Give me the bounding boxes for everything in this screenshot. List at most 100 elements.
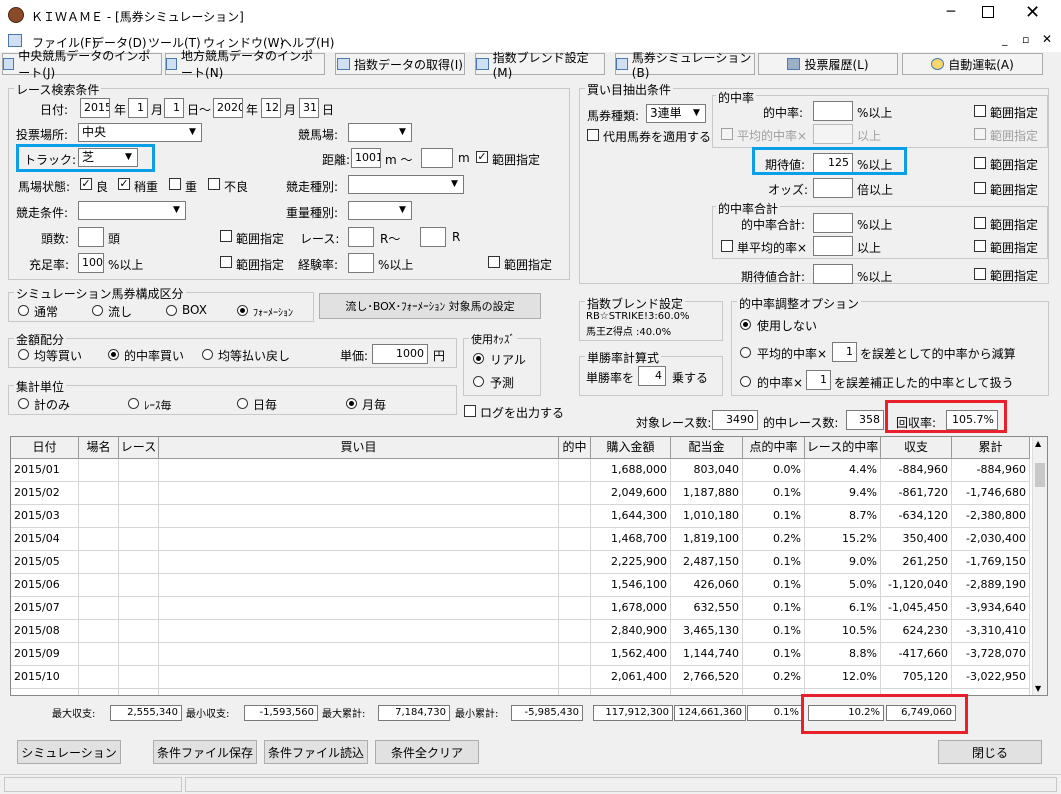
column-header[interactable]: 購入金額 xyxy=(591,437,671,458)
target-horse-settings-button[interactable]: 流し･BOX･ﾌｫｰﾒｰｼｮﾝ 対象馬の設定 xyxy=(319,293,541,319)
hitrate-range-checkbox[interactable] xyxy=(974,105,986,117)
blend-settings-button[interactable]: 指数ブレンド設定(M) xyxy=(475,51,605,80)
course-select[interactable]: ▼ xyxy=(348,123,412,142)
start-month-input[interactable]: 1 xyxy=(128,98,148,118)
odds-real-radio[interactable] xyxy=(473,353,484,364)
minimize-icon[interactable]: ─ xyxy=(936,4,966,24)
heads-input[interactable] xyxy=(78,227,104,247)
adjust-correct-input[interactable]: 1 xyxy=(806,370,831,390)
child-minimize-icon[interactable]: _ xyxy=(1002,33,1008,46)
output-log-checkbox[interactable] xyxy=(464,405,476,417)
end-month-input[interactable]: 12 xyxy=(261,98,281,118)
distance-range-checkbox[interactable]: ✓ xyxy=(476,151,488,163)
weight-type-select[interactable]: ▼ xyxy=(348,201,412,220)
sim-normal-radio[interactable] xyxy=(18,305,29,316)
distance-to-input[interactable] xyxy=(421,148,453,168)
table-row[interactable]: 2015/07 1,678,000 632,550 0.1% 6.1% -1,045,45… xyxy=(11,597,1030,620)
column-header[interactable]: 収支 xyxy=(881,437,952,458)
clear-conditions-button[interactable]: 条件全クリア xyxy=(375,740,479,764)
win-rate-exponent-input[interactable]: 4 xyxy=(638,366,666,386)
race-to-input[interactable] xyxy=(420,227,446,247)
race-type-select[interactable]: ▼ xyxy=(348,175,464,194)
scroll-thumb[interactable] xyxy=(1035,463,1045,487)
amount-even-radio[interactable] xyxy=(18,349,29,360)
table-row[interactable]: 2015/06 1,546,100 426,060 0.1% 5.0% -1,120,04… xyxy=(11,574,1030,597)
start-day-input[interactable]: 1 xyxy=(164,98,184,118)
scroll-up-icon[interactable]: ▲ xyxy=(1035,439,1041,448)
odds-predict-radio[interactable] xyxy=(473,376,484,387)
scroll-down-icon[interactable]: ▼ xyxy=(1035,684,1041,693)
adjust-avg-radio[interactable] xyxy=(740,347,751,358)
table-row[interactable]: 2015/01 1,688,000 803,040 0.0% 4.4% -884,960-… xyxy=(11,459,1030,482)
ev-range-checkbox[interactable] xyxy=(974,157,986,169)
agg-month-radio[interactable] xyxy=(346,398,357,409)
column-header[interactable]: レース xyxy=(119,437,159,458)
amount-payout-radio[interactable] xyxy=(202,349,213,360)
simulation-button[interactable]: 馬券シミュレーション(B) xyxy=(615,51,755,80)
race-from-input[interactable] xyxy=(348,227,374,247)
table-row[interactable]: 2015/09 1,562,400 1,144,740 0.1% 8.8% -417,66… xyxy=(11,643,1030,666)
venue-select[interactable]: 中央 ▼ xyxy=(78,123,202,142)
agg-day-radio[interactable] xyxy=(237,398,248,409)
fill-input[interactable]: 100 xyxy=(78,253,104,273)
column-header[interactable]: 的中 xyxy=(559,437,591,458)
hitrate-sum-input[interactable] xyxy=(813,213,853,233)
auto-run-button[interactable]: 自動運転(A) xyxy=(902,53,1043,75)
heads-range-checkbox[interactable] xyxy=(220,230,232,242)
race-condition-select[interactable]: ▼ xyxy=(78,201,186,220)
cond-bad-checkbox[interactable] xyxy=(208,178,220,190)
odds-range-checkbox[interactable] xyxy=(974,182,986,194)
adjust-avg-input[interactable]: 1 xyxy=(832,342,857,362)
hitrate-sum-range-checkbox[interactable] xyxy=(974,217,986,229)
adjust-correct-radio[interactable] xyxy=(740,376,751,387)
close-window-icon[interactable]: ✕ xyxy=(1025,2,1040,23)
cond-slight-checkbox[interactable]: ✓ xyxy=(118,178,130,190)
child-close-icon[interactable]: ✕ xyxy=(1042,32,1052,46)
ticket-type-select[interactable]: 3連単 ▼ xyxy=(646,104,706,123)
table-row[interactable]: 2015/05 2,225,900 2,487,150 0.1% 9.0% 261,250… xyxy=(11,551,1030,574)
single-avg-checkbox[interactable] xyxy=(721,240,733,252)
vote-history-button[interactable]: 投票履歴(L) xyxy=(758,53,898,75)
child-restore-icon[interactable]: ▫ xyxy=(1022,33,1029,46)
amount-hitrate-radio[interactable] xyxy=(108,349,119,360)
cond-heavy-checkbox[interactable] xyxy=(169,178,181,190)
adjust-none-radio[interactable] xyxy=(740,319,751,330)
get-index-button[interactable]: 指数データの取得(I) xyxy=(335,53,465,75)
maximize-icon[interactable] xyxy=(982,6,994,18)
column-header[interactable]: 日付 xyxy=(11,437,79,458)
close-button[interactable]: 閉じる xyxy=(938,740,1042,764)
load-conditions-button[interactable]: 条件ファイル読込 xyxy=(264,740,368,764)
table-row[interactable]: 2015/02 2,049,600 1,187,880 0.1% 9.4% -861,72… xyxy=(11,482,1030,505)
avg-hitrate-input[interactable] xyxy=(813,124,853,144)
table-row[interactable]: 2015/10 2,061,400 2,766,520 0.2% 12.0% 705,12… xyxy=(11,666,1030,689)
sim-flow-radio[interactable] xyxy=(92,305,103,316)
single-avg-input[interactable] xyxy=(813,236,853,256)
run-simulation-button[interactable]: シミュレーション xyxy=(17,740,121,764)
fill-range-checkbox[interactable] xyxy=(220,256,232,268)
column-header[interactable]: 買い目 xyxy=(159,437,559,458)
avg-hitrate-range-checkbox[interactable] xyxy=(974,128,986,140)
end-day-input[interactable]: 31 xyxy=(299,98,319,118)
cond-good-checkbox[interactable]: ✓ xyxy=(80,178,92,190)
experience-range-checkbox[interactable] xyxy=(488,256,500,268)
column-header[interactable]: 点的中率 xyxy=(743,437,805,458)
sim-box-radio[interactable] xyxy=(166,305,177,316)
sim-formation-radio[interactable] xyxy=(237,305,248,316)
ev-sum-input[interactable] xyxy=(813,264,853,284)
table-row[interactable]: 2015/04 1,468,700 1,819,100 0.2% 15.2% 350,40… xyxy=(11,528,1030,551)
experience-input[interactable] xyxy=(348,253,374,273)
column-header[interactable]: レース的中率 xyxy=(805,437,881,458)
start-year-input[interactable]: 2015 xyxy=(80,98,110,118)
grid-scrollbar[interactable]: ▲ ▼ xyxy=(1032,437,1047,695)
agg-race-radio[interactable] xyxy=(128,398,139,409)
end-year-input[interactable]: 2020 xyxy=(213,98,243,118)
unit-price-input[interactable]: 1000 xyxy=(372,344,428,364)
agg-total-radio[interactable] xyxy=(18,398,29,409)
avg-hitrate-checkbox[interactable] xyxy=(721,128,733,140)
table-row[interactable]: 2015/08 2,840,900 3,465,130 0.1% 10.5% 624,23… xyxy=(11,620,1030,643)
odds-min-input[interactable] xyxy=(813,178,853,198)
column-header[interactable]: 場名 xyxy=(79,437,119,458)
proxy-ticket-checkbox[interactable] xyxy=(587,129,599,141)
import-central-button[interactable]: 中央競馬データのインポート(J) xyxy=(2,49,162,80)
distance-from-input[interactable]: 1001 xyxy=(351,148,381,168)
